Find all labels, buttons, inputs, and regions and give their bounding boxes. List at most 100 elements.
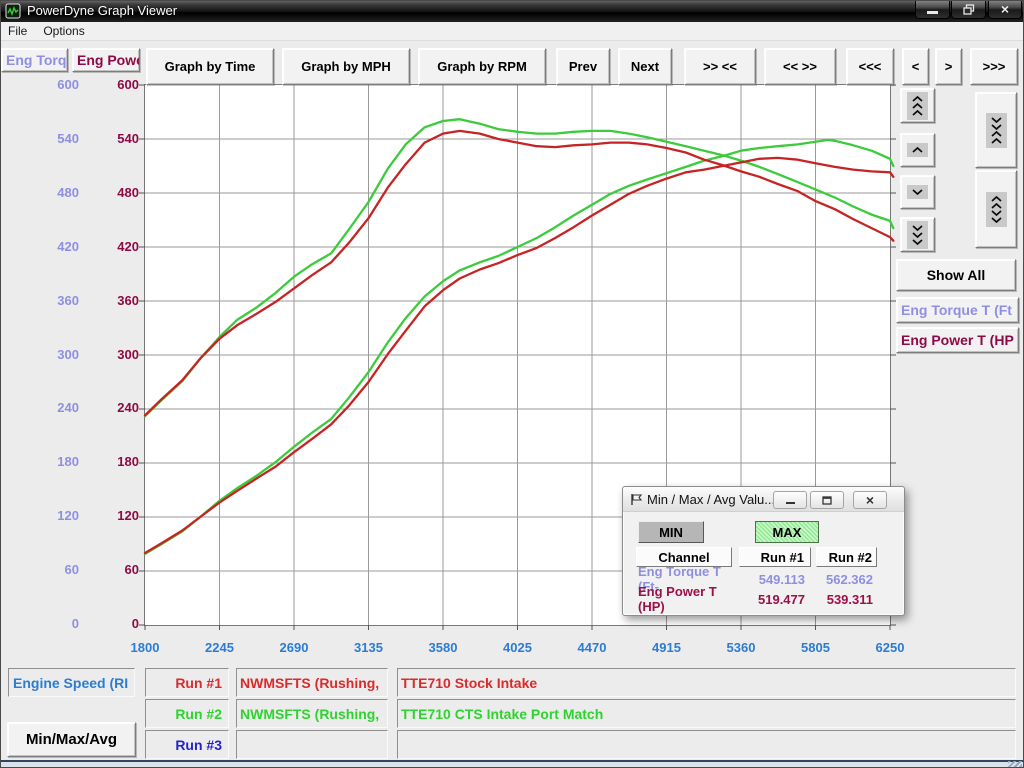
- graph-by-time-button[interactable]: Graph by Time: [146, 48, 274, 85]
- legend-run-label-3: Run #3: [145, 730, 229, 759]
- legend-run-label-1: Run #1: [145, 668, 229, 697]
- pan-left-fast-button[interactable]: <<<: [846, 48, 894, 85]
- minmax-row-run2-value-1: 562.362: [816, 571, 877, 587]
- legend-dyno-box-1: NWMSFTS (Rushing,: [236, 668, 388, 697]
- zoom-out-x-button[interactable]: << >>: [764, 48, 836, 85]
- pan-right-button[interactable]: >: [935, 48, 962, 85]
- minmax-restore-button[interactable]: [810, 491, 844, 509]
- max-tab-button[interactable]: MAX: [755, 521, 819, 543]
- channel-button-torque[interactable]: Eng Torq: [1, 48, 68, 72]
- y-tick-power-360: 360: [95, 293, 139, 308]
- minimize-icon: [786, 502, 795, 504]
- legend-dyno-box-3: [236, 730, 388, 759]
- legend-run-label-2: Run #2: [145, 699, 229, 728]
- y-tick-torque-360: 360: [35, 293, 79, 308]
- x-tick-2245: 2245: [192, 640, 248, 655]
- close-button[interactable]: ×: [988, 0, 1022, 19]
- legend-dyno-box-2: NWMSFTS (Rushing,: [236, 699, 388, 728]
- app-window: PowerDyne Graph Viewer × FileOptions 600…: [0, 0, 1024, 768]
- y1-channel-button[interactable]: Eng Torque T (Ft: [896, 297, 1019, 323]
- x-tick-4915: 4915: [639, 640, 695, 655]
- y-tick-torque-120: 120: [35, 508, 79, 523]
- menu-file[interactable]: File: [0, 22, 35, 40]
- y-tick-power-180: 180: [95, 454, 139, 469]
- minmax-window-icon: [630, 493, 643, 506]
- minmax-row-channel-2: Eng Power T (HP): [638, 591, 743, 607]
- restore-icon: [963, 4, 975, 15]
- close-icon: ×: [1001, 2, 1009, 16]
- y-tick-power-0: 0: [95, 616, 139, 631]
- y-tick-power-540: 540: [95, 131, 139, 146]
- x-tick-6250: 6250: [862, 640, 918, 655]
- minmax-minimize-button[interactable]: [773, 491, 807, 509]
- y-tick-torque-180: 180: [35, 454, 79, 469]
- graph-by-mph-button[interactable]: Graph by MPH: [282, 48, 410, 85]
- zoom-out-vertical-button[interactable]: [975, 170, 1017, 248]
- y-tick-power-300: 300: [95, 347, 139, 362]
- chevron-icon: [907, 185, 928, 199]
- legend-note-box-2: TTE710 CTS Intake Port Match: [397, 699, 1016, 728]
- y-tick-torque-300: 300: [35, 347, 79, 362]
- prev-button[interactable]: Prev: [556, 48, 610, 85]
- minmax-window: Min / Max / Avg Valu... × MIN MAX Channe…: [622, 486, 905, 616]
- scroll-down-fast-button[interactable]: [900, 217, 935, 252]
- x-tick-3135: 3135: [341, 640, 397, 655]
- y-tick-power-60: 60: [95, 562, 139, 577]
- restore-button[interactable]: [951, 0, 986, 19]
- y-tick-torque-240: 240: [35, 400, 79, 415]
- minmax-close-button[interactable]: ×: [853, 491, 887, 509]
- zoom-in-x-button[interactable]: >> <<: [684, 48, 756, 85]
- minmax-title-bar[interactable]: Min / Max / Avg Valu... ×: [623, 487, 904, 512]
- resize-grip[interactable]: [1008, 761, 1022, 768]
- x-tick-1800: 1800: [117, 640, 173, 655]
- y-tick-torque-60: 60: [35, 562, 79, 577]
- chevron-icon: [986, 192, 1007, 227]
- close-icon: ×: [866, 494, 874, 506]
- window-title: PowerDyne Graph Viewer: [27, 3, 177, 18]
- y-tick-torque-540: 540: [35, 131, 79, 146]
- y-tick-torque-600: 600: [35, 77, 79, 92]
- title-bar[interactable]: PowerDyne Graph Viewer ×: [0, 0, 1024, 22]
- chevron-icon: [907, 221, 928, 249]
- y-tick-power-600: 600: [95, 77, 139, 92]
- y-tick-torque-0: 0: [35, 616, 79, 631]
- menu-bar: FileOptions: [0, 22, 1024, 41]
- chevron-icon: [986, 113, 1007, 148]
- minmax-row-run1-value-1: 549.113: [739, 571, 811, 587]
- y-tick-torque-420: 420: [35, 239, 79, 254]
- column-header-run1[interactable]: Run #1: [739, 547, 811, 567]
- pan-right-fast-button[interactable]: >>>: [970, 48, 1018, 85]
- minmax-row-run1-value-2: 519.477: [739, 591, 811, 607]
- y2-channel-button[interactable]: Eng Power T (HP: [896, 327, 1019, 353]
- chevron-icon: [907, 92, 928, 120]
- x-channel-box: Engine Speed (RI: [8, 668, 135, 697]
- scroll-up-button[interactable]: [900, 133, 935, 167]
- app-icon: [5, 3, 21, 19]
- taskbar-edge: [0, 760, 1024, 768]
- zoom-in-vertical-button[interactable]: [975, 92, 1017, 168]
- y-tick-power-420: 420: [95, 239, 139, 254]
- minmax-avg-button[interactable]: Min/Max/Avg: [7, 722, 136, 757]
- x-tick-5360: 5360: [713, 640, 769, 655]
- restore-icon: [822, 496, 832, 505]
- x-tick-3580: 3580: [415, 640, 471, 655]
- x-tick-4025: 4025: [490, 640, 546, 655]
- y-tick-torque-480: 480: [35, 185, 79, 200]
- menu-options[interactable]: Options: [35, 22, 92, 40]
- y-tick-power-120: 120: [95, 508, 139, 523]
- min-tab-button[interactable]: MIN: [638, 521, 704, 543]
- minimize-button[interactable]: [915, 0, 950, 19]
- channel-button-power[interactable]: Eng Powe: [72, 48, 140, 72]
- column-header-run2[interactable]: Run #2: [816, 547, 877, 567]
- minmax-row-run2-value-2: 539.311: [816, 591, 877, 607]
- pan-left-button[interactable]: <: [902, 48, 929, 85]
- x-tick-5805: 5805: [788, 640, 844, 655]
- graph-by-rpm-button[interactable]: Graph by RPM: [418, 48, 546, 85]
- x-tick-2690: 2690: [266, 640, 322, 655]
- y-tick-power-240: 240: [95, 400, 139, 415]
- legend-note-box-1: TTE710 Stock Intake: [397, 668, 1016, 697]
- scroll-down-button[interactable]: [900, 175, 935, 209]
- show-all-button[interactable]: Show All: [896, 259, 1016, 291]
- next-button[interactable]: Next: [618, 48, 672, 85]
- scroll-up-fast-button[interactable]: [900, 88, 935, 123]
